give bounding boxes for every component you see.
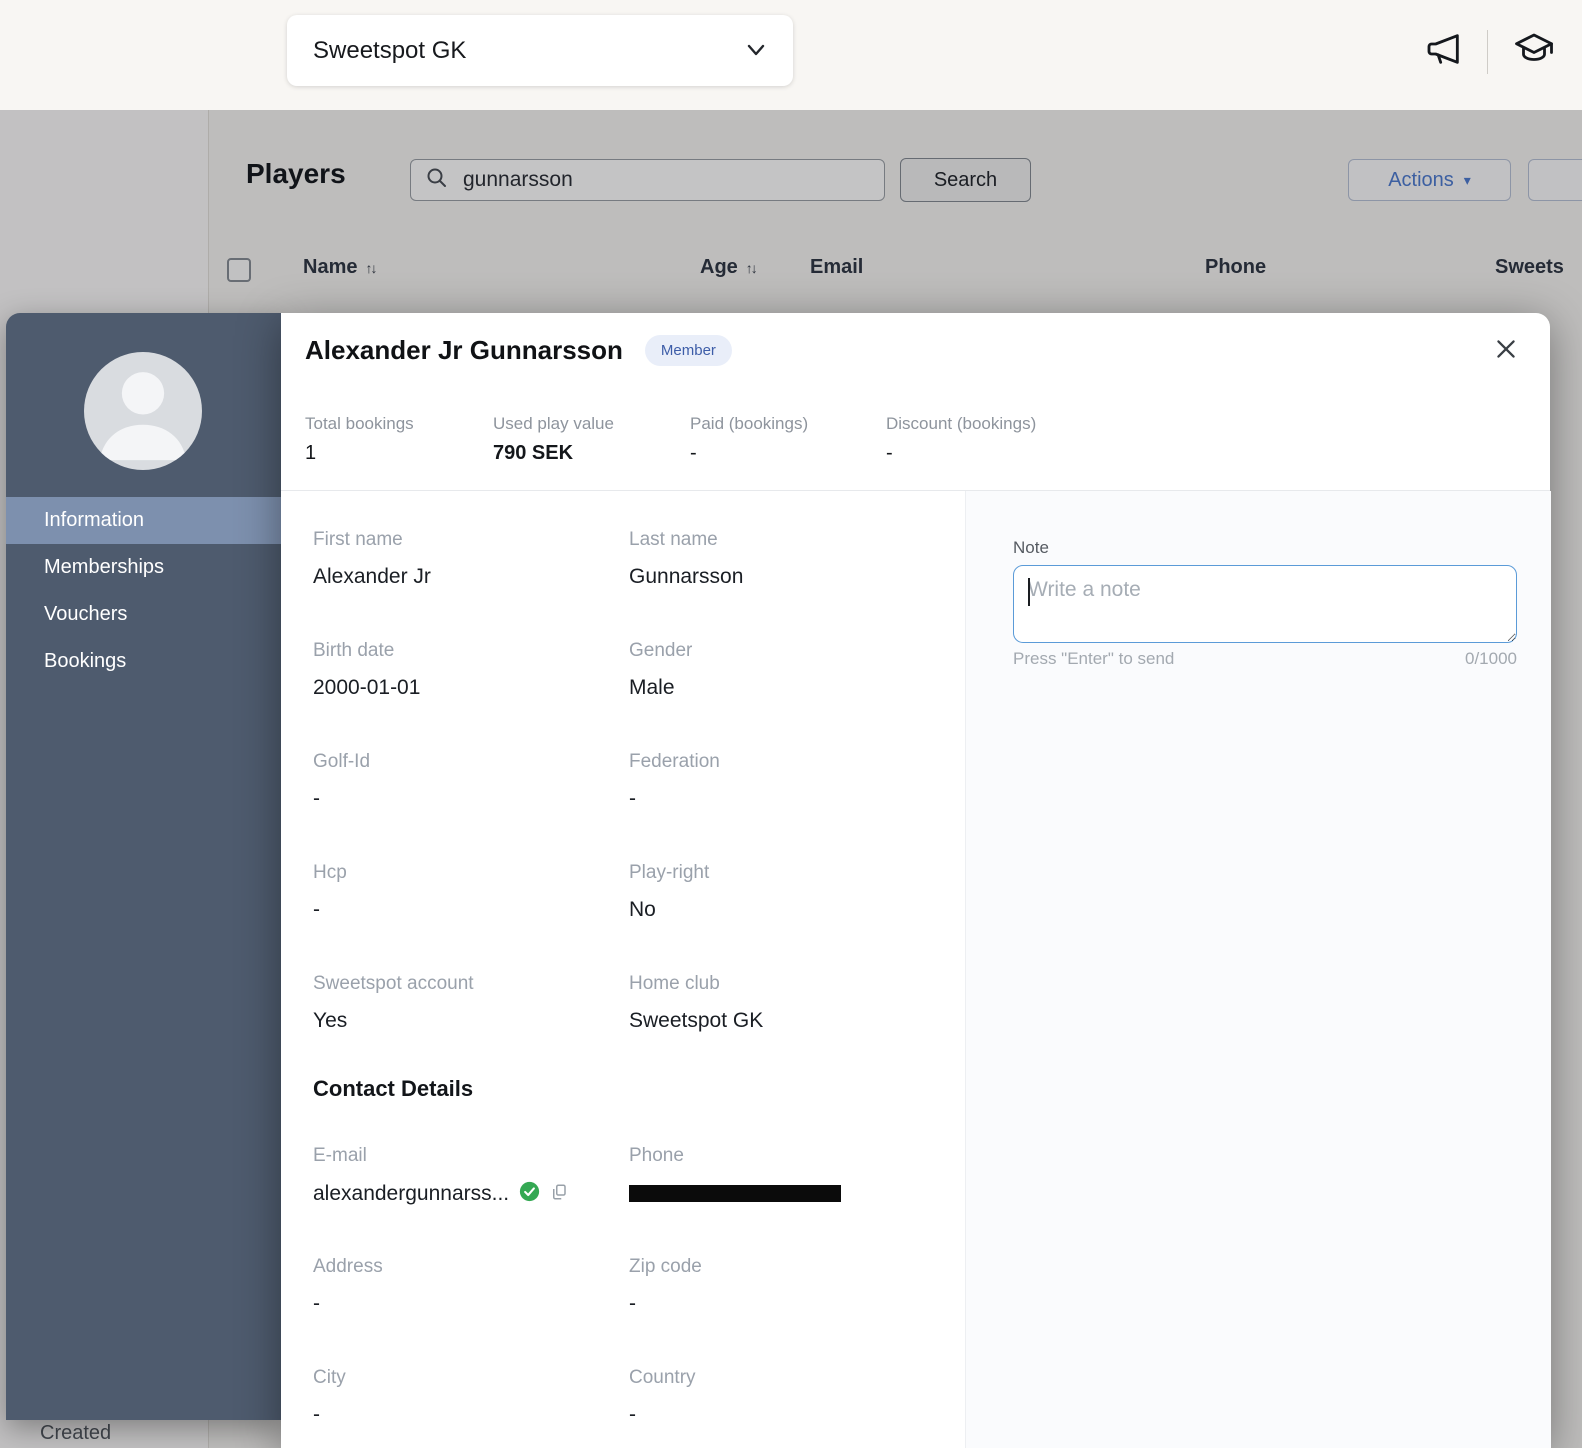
- field-label: City: [313, 1367, 346, 1389]
- field-value: Male: [629, 676, 692, 700]
- member-badge: Member: [645, 335, 732, 366]
- field-value: No: [629, 898, 709, 922]
- stat-value: 790 SEK: [493, 442, 614, 465]
- field-golf-id: Golf-Id -: [313, 751, 370, 811]
- note-label: Note: [1013, 538, 1049, 558]
- club-selector-dropdown[interactable]: Sweetspot GK: [287, 15, 793, 86]
- close-button[interactable]: [1488, 331, 1524, 367]
- field-label: Sweetspot account: [313, 973, 474, 995]
- note-input[interactable]: [1013, 565, 1517, 643]
- sidebar-item-information[interactable]: Information: [6, 497, 281, 544]
- verified-icon: [519, 1181, 540, 1207]
- text-caret: [1028, 578, 1030, 606]
- field-address: Address -: [313, 1256, 383, 1316]
- field-value: -: [629, 1292, 702, 1316]
- field-value: -: [313, 1292, 383, 1316]
- modal-sidebar: Information Memberships Vouchers Booking…: [6, 313, 281, 1420]
- field-value: -: [313, 1403, 346, 1427]
- field-label: First name: [313, 529, 431, 551]
- field-value: Alexander Jr: [313, 565, 431, 589]
- topbar-divider: [1487, 30, 1488, 74]
- field-zip-code: Zip code -: [629, 1256, 702, 1316]
- field-value: Yes: [313, 1009, 474, 1033]
- stat-paid-bookings: Paid (bookings) -: [690, 414, 808, 465]
- copy-icon[interactable]: [550, 1183, 568, 1206]
- player-detail-modal: Information Memberships Vouchers Booking…: [6, 313, 1550, 1448]
- sidebar-item-vouchers[interactable]: Vouchers: [6, 591, 281, 638]
- field-hcp: Hcp -: [313, 862, 347, 922]
- field-country: Country -: [629, 1367, 696, 1427]
- stat-used-play-value: Used play value 790 SEK: [493, 414, 614, 465]
- modal-nav: Information Memberships Vouchers Booking…: [6, 497, 281, 685]
- field-value: -: [313, 787, 370, 811]
- field-label: E-mail: [313, 1145, 568, 1167]
- stat-label: Used play value: [493, 414, 614, 434]
- stat-label: Paid (bookings): [690, 414, 808, 434]
- stat-value: -: [886, 442, 1036, 465]
- sidebar-item-memberships[interactable]: Memberships: [6, 544, 281, 591]
- academy-icon[interactable]: [1510, 28, 1558, 75]
- field-label: Country: [629, 1367, 696, 1389]
- modal-main: Alexander Jr Gunnarsson Member Total boo…: [281, 313, 1550, 1448]
- field-last-name: Last name Gunnarsson: [629, 529, 743, 589]
- club-selector-label: Sweetspot GK: [313, 37, 466, 65]
- field-label: Phone: [629, 1145, 841, 1167]
- field-value: -: [313, 898, 347, 922]
- field-value: Sweetspot GK: [629, 1009, 763, 1033]
- field-birth-date: Birth date 2000-01-01: [313, 640, 420, 700]
- field-value: -: [629, 787, 720, 811]
- person-icon: [84, 352, 202, 470]
- note-hint: Press "Enter" to send: [1013, 649, 1174, 669]
- close-icon: [1493, 336, 1519, 362]
- screen: Sweetspot GK Play: [0, 0, 1582, 1448]
- note-counter: 0/1000: [1465, 649, 1517, 669]
- chevron-down-icon: [745, 37, 767, 65]
- field-city: City -: [313, 1367, 346, 1427]
- header-divider: [281, 490, 1550, 491]
- stat-discount-bookings: Discount (bookings) -: [886, 414, 1036, 465]
- field-label: Birth date: [313, 640, 420, 662]
- announcements-icon[interactable]: [1423, 29, 1465, 74]
- stat-value: -: [690, 442, 808, 465]
- top-bar: Sweetspot GK: [0, 0, 1582, 110]
- avatar: [84, 352, 202, 470]
- field-value: -: [629, 1403, 696, 1427]
- field-label: Address: [313, 1256, 383, 1278]
- field-label: Home club: [629, 973, 763, 995]
- field-sweetspot-account: Sweetspot account Yes: [313, 973, 474, 1033]
- sidebar-item-bookings[interactable]: Bookings: [6, 638, 281, 685]
- field-label: Federation: [629, 751, 720, 773]
- stat-label: Discount (bookings): [886, 414, 1036, 434]
- stat-value: 1: [305, 442, 414, 465]
- field-label: Play-right: [629, 862, 709, 884]
- stat-total-bookings: Total bookings 1: [305, 414, 414, 465]
- field-first-name: First name Alexander Jr: [313, 529, 431, 589]
- field-phone: Phone: [629, 1145, 841, 1202]
- field-label: Golf-Id: [313, 751, 370, 773]
- field-play-right: Play-right No: [629, 862, 709, 922]
- player-name-title: Alexander Jr Gunnarsson: [305, 335, 623, 366]
- field-gender: Gender Male: [629, 640, 692, 700]
- field-value: Gunnarsson: [629, 565, 743, 589]
- field-label: Hcp: [313, 862, 347, 884]
- phone-redacted: [629, 1185, 841, 1202]
- field-email: E-mail alexandergunnarss...: [313, 1145, 568, 1207]
- field-label: Gender: [629, 640, 692, 662]
- field-value: 2000-01-01: [313, 676, 420, 700]
- field-label: Zip code: [629, 1256, 702, 1278]
- field-home-club: Home club Sweetspot GK: [629, 973, 763, 1033]
- field-value: alexandergunnarss...: [313, 1182, 509, 1206]
- field-federation: Federation -: [629, 751, 720, 811]
- stat-label: Total bookings: [305, 414, 414, 434]
- section-heading-contact-details: Contact Details: [313, 1076, 473, 1102]
- field-label: Last name: [629, 529, 743, 551]
